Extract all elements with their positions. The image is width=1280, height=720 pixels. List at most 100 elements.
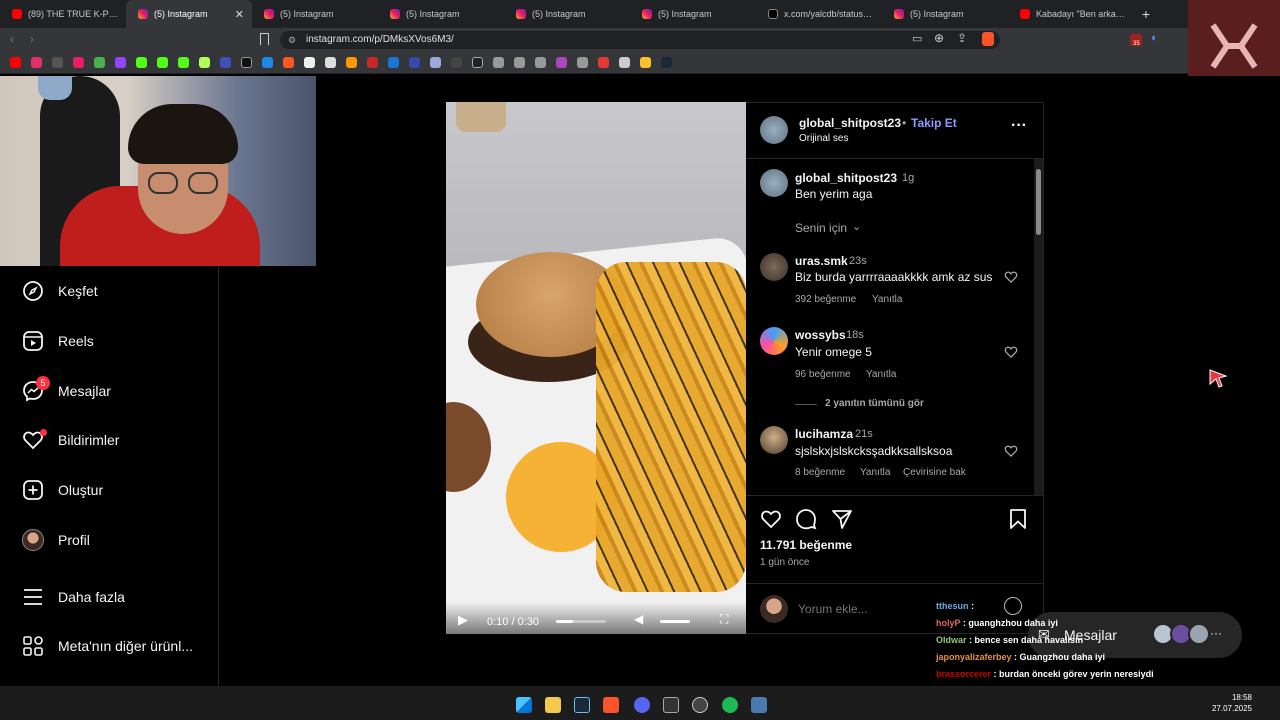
browser-tab[interactable]: (5) Instagram [378, 0, 504, 28]
nav-reels[interactable]: Reels [22, 326, 94, 356]
bookmark-icon[interactable] [451, 57, 462, 68]
kick-icon[interactable] [157, 57, 168, 68]
folder-icon[interactable] [640, 57, 651, 68]
bookmark-icon[interactable] [430, 57, 441, 68]
app-icon[interactable] [751, 697, 767, 713]
nav-explore[interactable]: Keşfet [22, 276, 98, 306]
bookmark-icon[interactable] [260, 33, 269, 45]
windows-start-icon[interactable] [516, 697, 532, 713]
close-icon[interactable]: ✕ [235, 8, 244, 21]
nav-meta-products[interactable]: Meta'nın diğer ürünl... [22, 631, 193, 661]
commenter-avatar[interactable] [760, 327, 788, 355]
like-comment-icon[interactable] [1004, 270, 1018, 284]
bookmark-icon[interactable] [367, 57, 378, 68]
bookmark-icon[interactable] [220, 57, 231, 68]
comment-username[interactable]: lucihamza [795, 427, 853, 441]
comment-username[interactable]: wossybs [795, 328, 846, 342]
obs-icon[interactable] [692, 697, 708, 713]
cast-icon[interactable]: ▭ [912, 32, 922, 45]
browser-tab[interactable]: (5) Instagram [882, 0, 1008, 28]
browser-tab[interactable]: (5) Instagram [630, 0, 756, 28]
scrollbar-thumb[interactable] [1036, 169, 1041, 235]
site-settings-icon[interactable]: ⚙ [288, 31, 296, 49]
bookmark-icon[interactable] [304, 57, 315, 68]
app-icon[interactable] [663, 697, 679, 713]
bookmark-icon[interactable] [409, 57, 420, 68]
volume-icon[interactable]: ◀ [634, 612, 643, 626]
volume-slider[interactable] [660, 620, 690, 623]
zoom-icon[interactable]: ⊕ [934, 31, 944, 45]
nav-create[interactable]: Oluştur [22, 475, 103, 505]
bookmark-icon[interactable] [73, 57, 84, 68]
reply-button[interactable]: Yanıtla [872, 294, 902, 305]
bookmark-icon[interactable] [262, 57, 273, 68]
fullscreen-icon[interactable]: ⛶ [720, 612, 728, 627]
author-username[interactable]: global_shitpost23 [799, 116, 901, 130]
instagram-icon[interactable] [31, 57, 42, 68]
bookmark-icon[interactable] [514, 57, 525, 68]
browser-tab[interactable]: Kabadayı "Ben arkamda [1008, 0, 1134, 28]
browser-tab-active[interactable]: (5) Instagram ✕ [126, 0, 252, 28]
share-icon[interactable] [831, 508, 853, 530]
view-replies-button[interactable]: 2 yanıtın tümünü gör [825, 398, 924, 409]
sort-dropdown[interactable]: Senin için [795, 221, 847, 235]
comment-icon[interactable] [795, 508, 817, 530]
translate-button[interactable]: Çevirisine bak [903, 467, 966, 478]
browser-tab[interactable]: (89) THE TRUE K-POP (Nor [0, 0, 126, 28]
author-avatar[interactable] [760, 169, 788, 197]
brave-icon[interactable] [603, 697, 619, 713]
new-tab-button[interactable]: + [1134, 6, 1158, 22]
url-field[interactable]: ⚙ instagram.com/p/DMksXVos6M3/ [280, 31, 1000, 49]
bookmark-icon[interactable] [388, 57, 399, 68]
nav-profile[interactable]: Profil [22, 525, 90, 555]
file-explorer-icon[interactable] [545, 697, 561, 713]
youtube-icon[interactable] [10, 57, 21, 68]
browser-tab[interactable]: (5) Instagram [252, 0, 378, 28]
bookmark-icon[interactable] [556, 57, 567, 68]
like-comment-icon[interactable] [1004, 345, 1018, 359]
comment-likes[interactable]: 8 beğenme [795, 467, 845, 478]
comment-username[interactable]: uras.smk [795, 254, 848, 268]
drive-icon[interactable] [94, 57, 105, 68]
bookmark-icon[interactable] [52, 57, 63, 68]
comment-likes[interactable]: 392 beğenme [795, 294, 856, 305]
post-video[interactable]: ▶ 0:10 / 0:30 ◀ ⛶ [446, 102, 746, 634]
play-icon[interactable]: ▶ [458, 612, 468, 628]
nav-notifications[interactable]: Bildirimler [22, 425, 119, 455]
bookmark-icon[interactable] [346, 57, 357, 68]
like-icon[interactable] [760, 508, 782, 530]
reply-button[interactable]: Yanıtla [860, 467, 890, 478]
likes-count[interactable]: 11.791 beğenme [760, 538, 852, 552]
twitch-icon[interactable] [115, 57, 126, 68]
spotify-icon[interactable] [722, 697, 738, 713]
like-comment-icon[interactable] [1004, 444, 1018, 458]
chevron-down-icon[interactable]: ⌄ [852, 220, 861, 233]
video-progress-track[interactable] [556, 620, 606, 623]
save-icon[interactable] [1008, 508, 1028, 530]
author-avatar[interactable] [760, 116, 788, 144]
nav-messages[interactable]: 5 Mesajlar [22, 376, 111, 406]
audio-icon[interactable]: ◖ [1150, 32, 1157, 44]
bookmark-icon[interactable] [493, 57, 504, 68]
comment-likes[interactable]: 96 beğenme [795, 369, 851, 380]
brave-shield-icon[interactable] [982, 32, 994, 46]
forward-icon[interactable]: › [30, 32, 34, 46]
discord-icon[interactable] [634, 697, 650, 713]
bookmark-icon[interactable] [325, 57, 336, 68]
commenter-avatar[interactable] [760, 253, 788, 281]
system-clock[interactable]: 18:58 27.07.2025 [1212, 692, 1252, 714]
bookmark-icon[interactable] [199, 57, 210, 68]
kick-icon[interactable] [136, 57, 147, 68]
bookmark-icon[interactable] [598, 57, 609, 68]
comments-scrollbar[interactable] [1034, 159, 1043, 495]
browser-tab[interactable]: (5) Instagram [504, 0, 630, 28]
reply-button[interactable]: Yanıtla [866, 369, 896, 380]
commenter-avatar[interactable] [760, 426, 788, 454]
steam-icon[interactable] [574, 697, 590, 713]
bookmark-icon[interactable] [577, 57, 588, 68]
share-icon[interactable]: ⇪ [957, 31, 967, 45]
caption-username[interactable]: global_shitpost23 [795, 171, 897, 185]
more-options-icon[interactable]: ··· [1011, 117, 1027, 135]
bookmark-icon[interactable] [472, 57, 483, 68]
audio-label[interactable]: Orijinal ses [799, 133, 848, 144]
